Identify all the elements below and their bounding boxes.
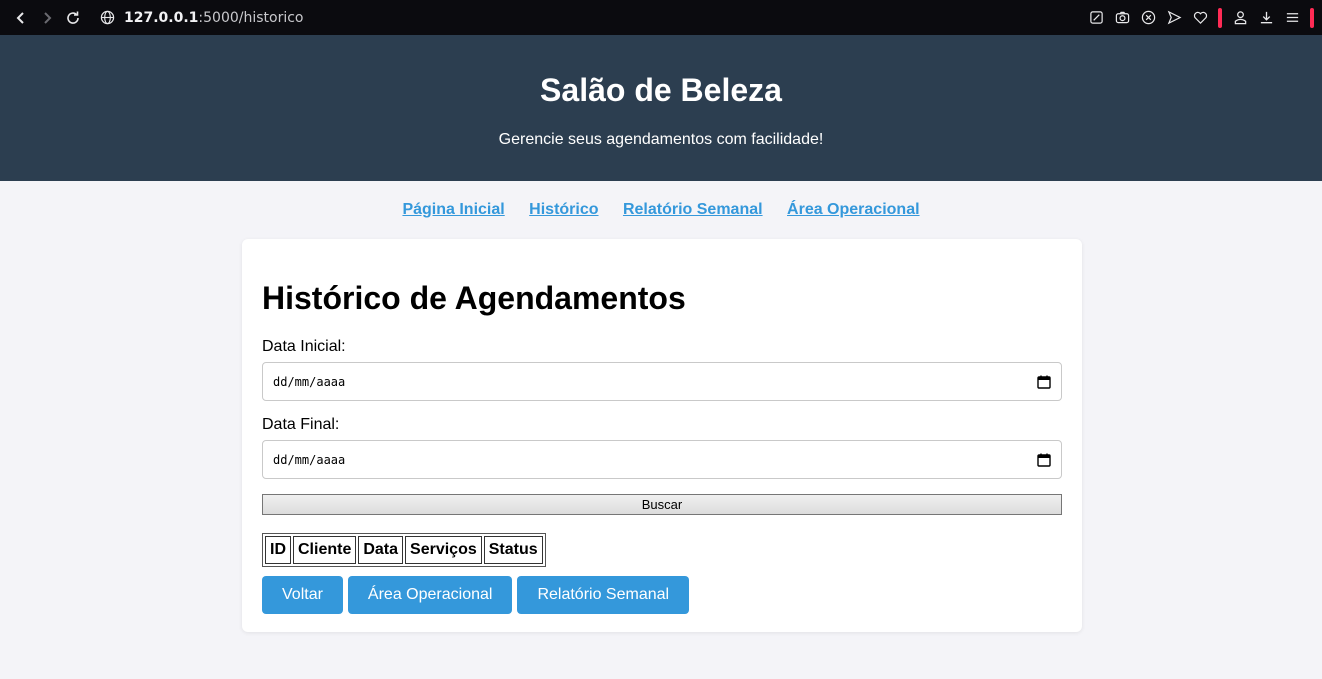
column-id: ID [265, 536, 291, 564]
back-button[interactable]: Voltar [262, 576, 343, 614]
end-date-input[interactable]: dd/mm/aaaa [262, 440, 1062, 479]
send-icon[interactable] [1166, 10, 1182, 26]
site-subtitle: Gerencie seus agendamentos com facilidad… [498, 131, 824, 148]
nav-link-history[interactable]: Histórico [529, 201, 598, 218]
browser-toolbar: 127.0.0.1:5000/historico [0, 0, 1322, 35]
back-icon[interactable] [8, 5, 34, 31]
menu-icon[interactable] [1284, 10, 1300, 26]
weekly-report-button[interactable]: Relatório Semanal [517, 576, 690, 614]
page-title: Histórico de Agendamentos [262, 280, 686, 316]
camera-icon[interactable] [1114, 10, 1130, 26]
download-icon[interactable] [1258, 10, 1274, 26]
shield-block-icon[interactable] [1140, 10, 1156, 26]
main-nav: Página Inicial Histórico Relatório Seman… [0, 181, 1322, 239]
end-date-value: dd/mm/aaaa [273, 452, 346, 467]
profile-icon[interactable] [1232, 10, 1248, 26]
sidebar-indicator [1218, 7, 1222, 28]
column-status: Status [483, 536, 543, 564]
calendar-icon[interactable] [1037, 453, 1051, 467]
site-title: Salão de Beleza [540, 72, 782, 108]
action-buttons: Voltar Área Operacional Relatório Semana… [262, 576, 1062, 614]
edit-icon[interactable] [1088, 10, 1104, 26]
url-path: :5000/historico [198, 9, 304, 26]
column-services: Serviços [405, 536, 482, 564]
forward-icon[interactable] [34, 5, 60, 31]
heart-icon[interactable] [1192, 10, 1208, 26]
site-header: Salão de Beleza Gerencie seus agendament… [0, 35, 1322, 181]
reload-icon[interactable] [60, 5, 86, 31]
start-date-input[interactable]: dd/mm/aaaa [262, 362, 1062, 401]
operational-area-button[interactable]: Área Operacional [347, 576, 513, 614]
start-date-label: Data Inicial: [262, 338, 346, 355]
table-header-row: ID Cliente Data Serviços Status [265, 536, 543, 564]
globe-icon [100, 10, 115, 25]
nav-link-operational-area[interactable]: Área Operacional [787, 201, 920, 218]
notification-indicator [1310, 7, 1314, 28]
nav-link-weekly-report[interactable]: Relatório Semanal [623, 201, 763, 218]
nav-link-home[interactable]: Página Inicial [402, 201, 504, 218]
address-bar[interactable]: 127.0.0.1:5000/historico [100, 10, 304, 26]
column-date: Data [358, 536, 404, 564]
appointments-table: ID Cliente Data Serviços Status [262, 533, 546, 567]
search-button[interactable]: Buscar [262, 494, 1062, 515]
history-card: Histórico de Agendamentos Data Inicial: … [242, 239, 1082, 632]
start-date-value: dd/mm/aaaa [273, 374, 346, 389]
url-host: 127.0.0.1 [124, 9, 199, 26]
calendar-icon[interactable] [1037, 375, 1051, 389]
column-client: Cliente [293, 536, 357, 564]
end-date-label: Data Final: [262, 416, 340, 433]
